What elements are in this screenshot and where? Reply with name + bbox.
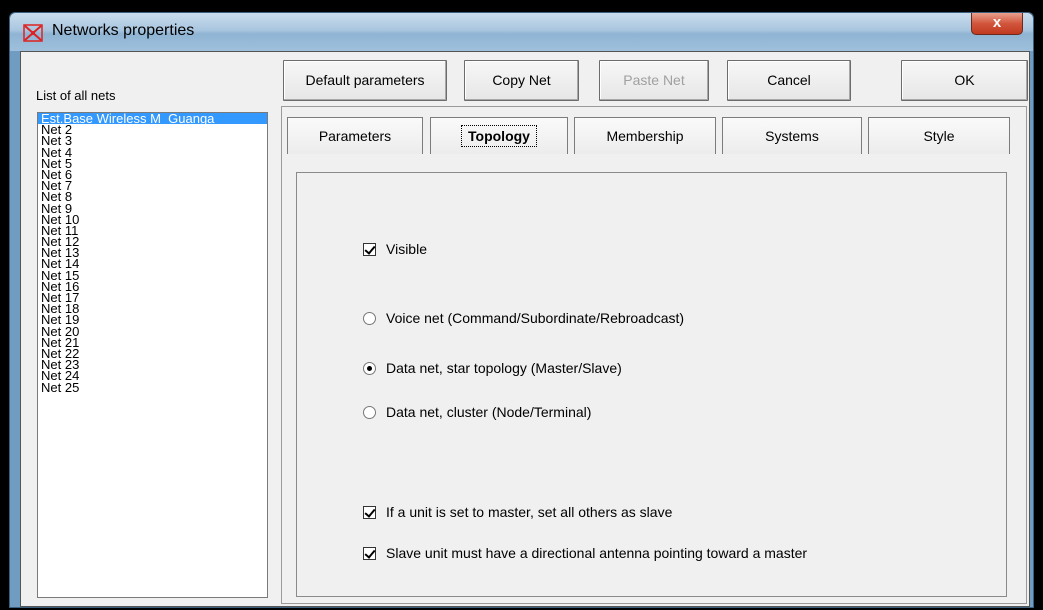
list-item[interactable]: Net 5 [38, 157, 267, 170]
list-item[interactable]: Net 8 [38, 190, 267, 203]
tab-control: Parameters Topology Membership Systems S… [281, 106, 1027, 604]
networks-properties-window: Networks properties x List of all nets E… [9, 12, 1034, 608]
net-listbox[interactable]: Est.Base Wireless M_Guanga Net 2 Net 3 Net … [37, 112, 268, 598]
close-button[interactable]: x [971, 13, 1023, 35]
star-topology-radio-row[interactable]: Data net, star topology (Master/Slave) [363, 360, 622, 376]
voice-net-radio[interactable] [363, 311, 376, 325]
list-item[interactable]: Est.Base Wireless M_Guanga [38, 113, 267, 125]
visible-checkbox-row[interactable]: Visible [363, 241, 427, 257]
cancel-button[interactable]: Cancel [727, 60, 851, 101]
list-item[interactable]: Net 4 [38, 145, 267, 158]
network-app-icon [23, 24, 43, 42]
list-item[interactable]: Net 3 [38, 134, 267, 147]
cluster-radio-row[interactable]: Data net, cluster (Node/Terminal) [363, 404, 591, 420]
copy-net-button[interactable]: Copy Net [464, 60, 579, 101]
tab-systems-label: Systems [765, 128, 819, 144]
ok-button[interactable]: OK [901, 60, 1028, 101]
tab-style[interactable]: Style [868, 117, 1010, 154]
list-item[interactable]: Net 6 [38, 168, 267, 181]
close-icon: x [992, 14, 1002, 31]
master-slave-label: If a unit is set to master, set all othe… [386, 504, 673, 520]
list-item[interactable]: Net 25 [38, 380, 267, 393]
visible-checkbox[interactable] [363, 242, 376, 256]
tab-systems[interactable]: Systems [722, 117, 862, 154]
cluster-radio[interactable] [363, 405, 376, 419]
voice-net-label: Voice net (Command/Subordinate/Rebroadca… [386, 310, 685, 326]
tab-parameters[interactable]: Parameters [287, 117, 423, 154]
directional-antenna-label: Slave unit must have a directional anten… [386, 545, 808, 561]
net-list-label: List of all nets [36, 88, 116, 103]
voice-net-radio-row[interactable]: Voice net (Command/Subordinate/Rebroadca… [363, 310, 684, 326]
topology-panel: Visible Voice net (Command/Subordinate/R… [296, 172, 1007, 597]
default-parameters-button[interactable]: Default parameters [283, 60, 447, 101]
cluster-label: Data net, cluster (Node/Terminal) [386, 404, 592, 420]
master-slave-checkbox-row[interactable]: If a unit is set to master, set all othe… [363, 504, 672, 520]
visible-label: Visible [386, 241, 427, 257]
dialog-client: List of all nets Est.Base Wireless M_Gua… [20, 51, 1030, 607]
window-title: Networks properties [52, 22, 195, 39]
tab-style-label: Style [923, 128, 955, 144]
title-bar[interactable]: Networks properties x [10, 13, 1033, 51]
tab-parameters-label: Parameters [318, 128, 392, 144]
master-slave-checkbox[interactable] [363, 505, 376, 519]
tab-topology[interactable]: Topology [430, 117, 568, 154]
tab-topology-label: Topology [461, 125, 537, 147]
star-topology-label: Data net, star topology (Master/Slave) [386, 360, 622, 376]
directional-antenna-checkbox[interactable] [363, 546, 376, 560]
star-topology-radio[interactable] [363, 361, 376, 375]
tab-membership-label: Membership [606, 128, 684, 144]
paste-net-button[interactable]: Paste Net [599, 60, 709, 101]
directional-antenna-checkbox-row[interactable]: Slave unit must have a directional anten… [363, 545, 807, 561]
list-item[interactable]: Net 7 [38, 179, 267, 192]
tab-membership[interactable]: Membership [574, 117, 716, 154]
